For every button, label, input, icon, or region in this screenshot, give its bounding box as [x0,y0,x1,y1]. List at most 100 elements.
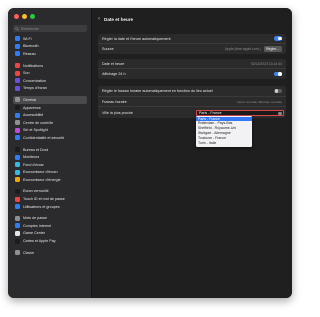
bluetooth-icon [15,43,20,49]
sidebar-item-label: Son [23,71,30,76]
sidebar-item-label: Confidentialité et sécurité [23,135,65,140]
sidebar-item[interactable]: Wi-Fi [13,35,87,43]
key-icon [15,215,20,221]
sidebar-item[interactable]: Accessibilité [13,111,87,119]
sidebar-item-label: Accessibilité [23,113,44,118]
sidebar-item[interactable]: Moniteurs [13,153,87,161]
auto-timezone-toggle[interactable] [274,88,282,94]
main-pane: ‹ Date et heure Régler la date et l'heur… [92,8,292,298]
lock-icon [15,188,20,194]
sidebar-item[interactable]: Économiseur d'énergie [13,176,87,184]
hand-icon [15,135,20,141]
timezone-label: Fuseau horaire [102,99,127,104]
sidebar-item-label: Concentration [23,78,46,83]
sidebar-item-label: Centre de contrôle [23,120,54,125]
bell-icon [15,63,20,69]
timezone-row: Fuseau horaire heure normale d'Europe ce… [98,97,286,107]
sidebar-item[interactable]: Game Center [13,230,87,238]
window-controls [14,14,35,19]
sidebar-item-label: Utilisateurs et groupes [23,204,60,209]
battery-icon [15,177,20,183]
sidebar-item[interactable]: Centre de contrôle [13,119,87,127]
search-field[interactable]: Rechercher [13,25,87,32]
sidebar-item-label: Game Center [23,231,46,236]
auto-set-row: Régler la date et l'heure automatiquemen… [98,34,286,44]
wifi-icon [15,36,20,42]
close-window-button[interactable] [14,14,19,19]
closest-city-row: Ville la plus proche Paris - France Pari… [98,107,286,147]
sidebar-item[interactable]: Écran verrouillé [13,188,87,196]
sidebar-item-label: Mots de passe [23,216,47,221]
toolbar: ‹ Date et heure [92,8,292,30]
h24-label: Affichage 24 h [102,72,126,76]
sidebar-item[interactable]: Touch ID et mot de passe [13,195,87,203]
closest-city-input[interactable]: Paris - France [196,109,284,116]
sidebar-item[interactable]: Économiseur d'écran [13,169,87,177]
h24-row: Affichage 24 h [98,69,286,79]
minimize-window-button[interactable] [22,14,27,19]
sidebar-item-label: Économiseur d'énergie [23,177,61,182]
sidebar-item[interactable]: Mots de passe [13,214,87,222]
sidebar-item-label: Apparence [23,105,41,110]
at-icon [15,223,20,229]
zoom-window-button[interactable] [30,14,35,19]
sidebar-item-label: Notifications [23,63,44,68]
sidebar-item[interactable]: Comptes Internet [13,222,87,230]
sidebar-item-label: Cartes et Apple Pay [23,239,56,244]
date-display-group: Date et heure 03/12/2023 13:14:43 Affich… [98,59,286,79]
sidebar-item[interactable]: Temps d'écran [13,85,87,93]
source-row: Source Apple (time.apple.com.) Régler… [98,44,286,54]
timezone-group: Régler le fuseau horaire automatiquement… [98,86,286,147]
page-title: Date et heure [104,16,134,22]
clear-icon[interactable] [278,111,282,115]
sidebar-item-label: Réseau [23,51,36,56]
city-suggestions-dropdown: Paris - France Rotterdam - Pays-Bas Sheffi… [196,116,252,147]
sidebar-item[interactable]: Clavier [13,249,87,257]
settings-window: Rechercher Wi-Fi Bluetooth Réseau Notificat… [8,8,292,298]
moon-icon [15,78,20,84]
sidebar-item[interactable]: Concentration [13,77,87,85]
globe-icon [15,51,20,57]
screensaver-icon [15,169,20,175]
sidebar-item[interactable]: Réseau [13,50,87,58]
sidebar-item[interactable]: Cartes et Apple Pay [13,237,87,245]
sidebar-item[interactable]: Notifications [13,62,87,70]
game-center-icon [15,230,20,236]
auto-set-toggle[interactable] [274,36,282,41]
sidebar-item-label: Clavier [23,250,35,255]
auto-timezone-row: Régler le fuseau horaire automatiquement… [98,86,286,97]
sidebar-item[interactable]: Général [13,96,87,104]
sidebar-item[interactable]: Bureau et Dock [13,146,87,154]
sidebar-item-label: Bluetooth [23,44,39,49]
sidebar-item[interactable]: Utilisateurs et groupes [13,203,87,211]
sidebar-item[interactable]: Siri et Spotlight [13,127,87,135]
sidebar-item-label: Siri et Spotlight [23,128,48,133]
datetime-label: Date et heure [102,61,125,66]
sidebar-item-label: Touch ID et mot de passe [23,197,65,202]
source-value: Apple (time.apple.com.) [224,47,261,51]
speaker-icon [15,70,20,76]
closest-city-label: Ville la plus proche [102,110,133,115]
auto-set-label: Régler la date et l'heure automatiquemen… [102,36,171,41]
control-center-icon [15,120,20,126]
sidebar-item-label: Wi-Fi [23,36,32,41]
keyboard-icon [15,250,20,256]
sidebar-item[interactable]: Bluetooth [13,43,87,51]
set-source-button[interactable]: Régler… [263,46,282,52]
sidebar-item[interactable]: Fond d'écran [13,161,87,169]
gear-icon [15,97,20,103]
sidebar-item-label: Général [23,97,37,102]
datetime-row: Date et heure 03/12/2023 13:14:43 [98,59,286,69]
source-label: Source [102,47,114,51]
h24-toggle[interactable] [274,71,282,77]
city-option[interactable]: Turin - Italie [196,141,252,146]
fingerprint-icon [15,196,20,202]
auto-time-group: Régler la date et l'heure automatiquemen… [98,34,286,54]
back-chevron-icon[interactable]: ‹ [98,16,100,22]
datetime-value[interactable]: 03/12/2023 13:14:43 [251,62,282,66]
sidebar-item[interactable]: Apparence [13,104,87,112]
sidebar-item[interactable]: Confidentialité et sécurité [13,134,87,142]
sidebar-item[interactable]: Son [13,69,87,77]
search-icon [15,26,19,31]
wallpaper-icon [15,162,20,168]
